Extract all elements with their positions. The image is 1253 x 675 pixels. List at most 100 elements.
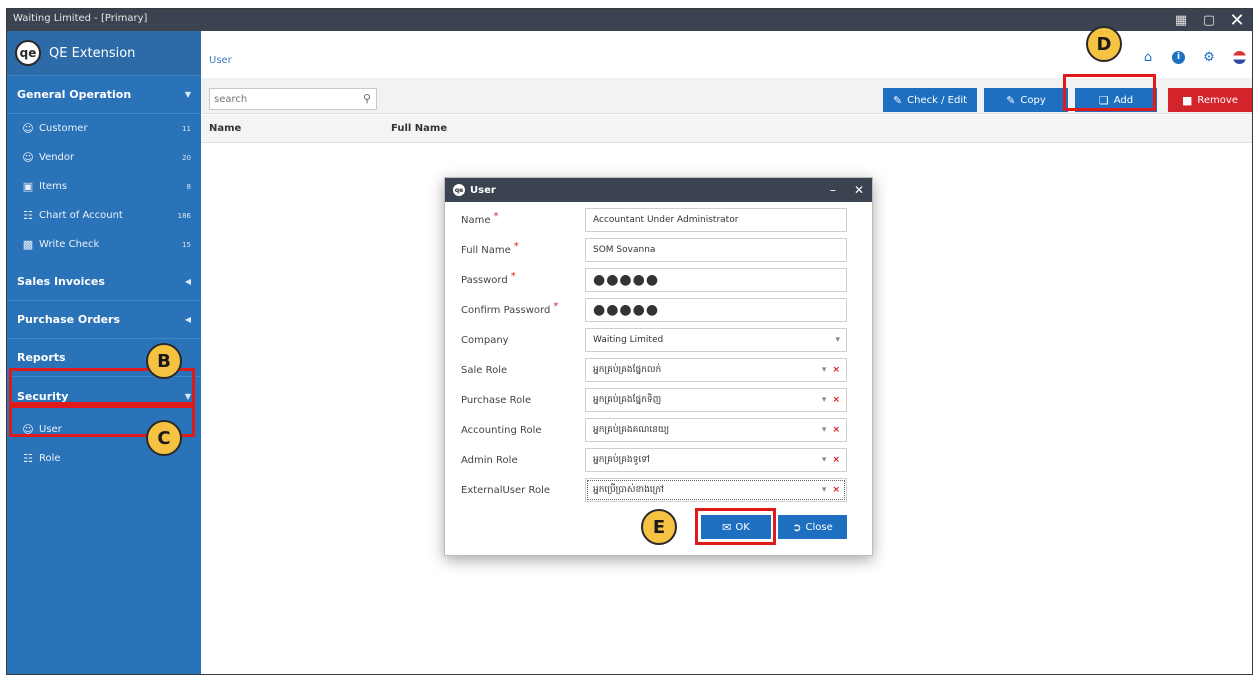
copy-icon: ✎ <box>1006 93 1016 107</box>
sidebar-item-write-check[interactable]: ▩ Write Check 15 <box>7 230 201 259</box>
exit-icon: ➲ <box>792 520 802 534</box>
field-label: Purchase Role <box>461 395 532 406</box>
field-label: Full Name * <box>461 241 519 256</box>
dialog-title: User <box>470 184 496 196</box>
purchase-role-select[interactable]: អ្នកគ្រប់គ្រងផ្នែកទិញ ▾ × <box>585 388 847 412</box>
restore-down-icon[interactable]: ▦ <box>1172 11 1190 29</box>
field-row-full-name: Full Name * SOM Sovanna <box>445 238 872 264</box>
close-button[interactable]: ➲ Close <box>778 515 847 539</box>
sidebar-item-label: Vendor <box>39 152 75 163</box>
item-count: 20 <box>182 153 191 162</box>
callout-d: D <box>1086 26 1122 62</box>
callout-b: B <box>146 343 182 379</box>
accounting-role-value: អ្នកគ្រប់គ្រងគណនេយ្យ <box>593 424 670 435</box>
button-label: Check / Edit <box>907 94 968 106</box>
clear-icon[interactable]: × <box>832 395 840 405</box>
clear-icon[interactable]: × <box>832 425 840 435</box>
check-icon: ▩ <box>22 238 34 251</box>
button-label: Remove <box>1197 94 1238 106</box>
section-label: Sales Invoices <box>17 275 105 288</box>
search-icon[interactable]: ⚲ <box>363 92 371 105</box>
clear-icon[interactable]: × <box>832 455 840 465</box>
admin-role-value: អ្នកគ្រប់គ្រងទូទៅ <box>593 454 650 465</box>
sidebar-item-label: Chart of Account <box>39 210 123 221</box>
sale-role-value: អ្នកគ្រប់គ្រងផ្នែកលក់ <box>593 364 662 375</box>
minimize-icon[interactable]: – <box>830 183 836 197</box>
item-count: 15 <box>182 240 191 249</box>
chevron-down-icon[interactable]: ▾ <box>822 395 827 405</box>
clear-icon[interactable]: × <box>832 485 840 495</box>
item-count: 8 <box>186 182 191 191</box>
edit-icon: ✎ <box>892 93 903 107</box>
caret-left-icon: ◀ <box>184 315 191 324</box>
field-label: Confirm Password * <box>461 301 559 316</box>
external-user-role-select[interactable]: អ្នកប្រើប្រាស់ខាងក្រៅ ▾ × <box>585 478 847 502</box>
section-label: Reports <box>17 351 66 364</box>
box-icon: ▣ <box>22 180 34 193</box>
close-icon[interactable]: ✕ <box>1228 10 1246 31</box>
search-input[interactable] <box>210 89 350 109</box>
dialog-title-bar: qe User – ✕ <box>445 178 872 202</box>
confirm-password-field[interactable]: ●●●●● <box>585 298 847 322</box>
sidebar-item-items[interactable]: ▣ Items 8 <box>7 172 201 201</box>
full-name-field[interactable]: SOM Sovanna <box>585 238 847 262</box>
search-box: ⚲ <box>209 88 377 110</box>
callout-e: E <box>641 509 677 545</box>
sale-role-select[interactable]: អ្នកគ្រប់គ្រងផ្នែកលក់ ▾ × <box>585 358 847 382</box>
chevron-down-icon[interactable]: ▾ <box>822 425 827 435</box>
maximize-icon[interactable]: ▢ <box>1200 11 1218 29</box>
field-label: Accounting Role <box>461 425 542 436</box>
purchase-role-value: អ្នកគ្រប់គ្រងផ្នែកទិញ <box>593 394 662 405</box>
breadcrumb[interactable]: User <box>209 55 232 66</box>
item-count: 11 <box>182 124 191 133</box>
section-general-operation[interactable]: General Operation ▼ <box>7 76 201 114</box>
chevron-down-icon[interactable]: ▾ <box>822 365 827 375</box>
check-edit-button[interactable]: ✎ Check / Edit <box>883 88 977 112</box>
column-header-full-name[interactable]: Full Name <box>391 123 447 134</box>
callout-c: C <box>146 420 182 456</box>
field-row-sale-role: Sale Role អ្នកគ្រប់គ្រងផ្នែកលក់ ▾ × <box>445 358 872 384</box>
ok-button-highlight <box>695 508 776 545</box>
section-label: General Operation <box>17 88 132 101</box>
sidebar-item-chart-of-account[interactable]: ☷ Chart of Account 186 <box>7 201 201 230</box>
caret-left-icon: ◀ <box>184 277 191 286</box>
hierarchy-icon: ☷ <box>23 209 33 222</box>
company-value: Waiting Limited <box>593 335 664 345</box>
chevron-down-icon[interactable]: ▾ <box>822 455 827 465</box>
close-icon[interactable]: ✕ <box>854 183 864 197</box>
sidebar-item-customer[interactable]: ☺ Customer 11 <box>7 114 201 143</box>
chevron-down-icon[interactable]: ▾ <box>835 335 840 345</box>
name-field[interactable]: Accountant Under Administrator <box>585 208 847 232</box>
info-icon[interactable]: i <box>1172 50 1185 64</box>
company-select[interactable]: Waiting Limited ▾ <box>585 328 847 352</box>
field-label: Sale Role <box>461 365 508 376</box>
brand-name: QE Extension <box>49 45 136 61</box>
clear-icon[interactable]: × <box>832 365 840 375</box>
field-row-confirm-password: Confirm Password * ●●●●● <box>445 298 872 324</box>
grid-header: Name Full Name <box>201 115 1252 143</box>
sidebar-item-label: Items <box>39 181 67 192</box>
external-user-role-value: អ្នកប្រើប្រាស់ខាងក្រៅ <box>593 484 664 495</box>
home-icon[interactable]: ⌂ <box>1140 49 1156 65</box>
flag-icon[interactable] <box>1233 50 1246 64</box>
remove-button[interactable]: ■ Remove <box>1168 88 1252 112</box>
sidebar-item-vendor[interactable]: ☺ Vendor 20 <box>7 143 201 172</box>
field-row-company: Company Waiting Limited ▾ <box>445 328 872 354</box>
section-purchase-orders[interactable]: Purchase Orders ◀ <box>7 301 201 339</box>
copy-button[interactable]: ✎ Copy <box>984 88 1068 112</box>
hierarchy-icon: ☷ <box>23 452 33 465</box>
accounting-role-select[interactable]: អ្នកគ្រប់គ្រងគណនេយ្យ ▾ × <box>585 418 847 442</box>
section-label: Purchase Orders <box>17 313 121 326</box>
column-header-name[interactable]: Name <box>209 123 241 134</box>
section-sales-invoices[interactable]: Sales Invoices ◀ <box>7 263 201 301</box>
button-label: Copy <box>1020 94 1046 106</box>
window-title: Waiting Limited - [Primary] <box>13 13 148 24</box>
settings-icon[interactable]: ⚙ <box>1201 49 1217 65</box>
brand: qe QE Extension <box>7 31 201 76</box>
title-bar: Waiting Limited - [Primary] ▦ ▢ ✕ <box>7 9 1252 31</box>
admin-role-select[interactable]: អ្នកគ្រប់គ្រងទូទៅ ▾ × <box>585 448 847 472</box>
chevron-down-icon[interactable]: ▾ <box>822 485 827 495</box>
password-field[interactable]: ●●●●● <box>585 268 847 292</box>
field-label: ExternalUser Role <box>461 485 551 496</box>
field-row-accounting-role: Accounting Role អ្នកគ្រប់គ្រងគណនេយ្យ ▾ × <box>445 418 872 444</box>
